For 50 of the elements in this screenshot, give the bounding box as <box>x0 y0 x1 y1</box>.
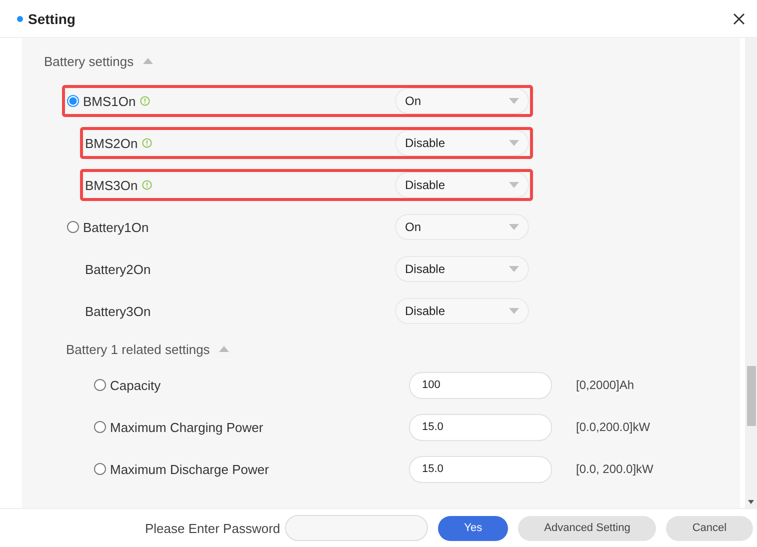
range-hint: [0,2000]Ah <box>576 378 634 392</box>
radio-button[interactable] <box>94 463 106 475</box>
collapse-caret-icon[interactable] <box>142 58 153 64</box>
range-hint: [0.0, 200.0]kW <box>576 462 654 476</box>
setting-label: BMS1On <box>83 94 136 108</box>
info-icon[interactable] <box>142 138 152 148</box>
dropdown-caret-icon <box>509 266 519 272</box>
setting-label: Capacity <box>110 378 161 392</box>
setting-label: Battery2On <box>85 262 151 276</box>
window-title: Setting <box>28 10 76 26</box>
info-icon[interactable] <box>142 180 152 190</box>
dropdown-caret-icon <box>509 140 519 146</box>
close-icon[interactable] <box>733 12 745 24</box>
password-field[interactable] <box>285 515 428 541</box>
scrollbar[interactable] <box>745 38 757 508</box>
dropdown-select[interactable]: Disable <box>395 298 529 324</box>
title-dot-icon <box>17 16 23 22</box>
setting-label: Battery3On <box>85 304 151 318</box>
dropdown-select[interactable]: On <box>395 88 529 114</box>
range-hint: [0.0,200.0]kW <box>576 420 650 434</box>
input-field[interactable]: 15.0 <box>409 456 552 482</box>
input-field[interactable]: 100 <box>409 372 552 398</box>
radio-button[interactable] <box>94 379 106 391</box>
dropdown-caret-icon <box>509 182 519 188</box>
footer-button[interactable]: Advanced Setting <box>518 516 656 540</box>
radio-button[interactable] <box>94 421 106 433</box>
setting-label: BMS2On <box>85 136 138 150</box>
section-title: Battery settings <box>44 54 134 68</box>
footer-button[interactable]: Cancel <box>666 516 753 540</box>
info-icon[interactable] <box>140 96 150 106</box>
setting-label: Maximum Discharge Power <box>110 462 269 476</box>
collapse-caret-icon[interactable] <box>218 346 229 352</box>
setting-label: Battery1On <box>83 220 149 234</box>
dropdown-select[interactable]: Disable <box>395 130 529 156</box>
dropdown-caret-icon <box>509 308 519 314</box>
radio-button[interactable] <box>67 95 79 107</box>
dropdown-select[interactable]: Disable <box>395 256 529 282</box>
setting-label: Maximum Charging Power <box>110 420 264 434</box>
dropdown-select[interactable]: On <box>395 214 529 240</box>
dropdown-caret-icon <box>509 98 519 104</box>
radio-button[interactable] <box>67 221 79 233</box>
input-field[interactable]: 15.0 <box>409 414 552 440</box>
setting-label: BMS3On <box>85 178 138 192</box>
scrollbar-thumb[interactable] <box>747 366 756 426</box>
section-title: Battery 1 related settings <box>66 342 210 356</box>
dropdown-select[interactable]: Disable <box>395 172 529 198</box>
password-label: Please Enter Password <box>145 520 280 536</box>
confirm-button[interactable]: Yes <box>438 516 508 540</box>
scroll-down-arrow-icon[interactable] <box>748 500 754 504</box>
dropdown-caret-icon <box>509 224 519 230</box>
